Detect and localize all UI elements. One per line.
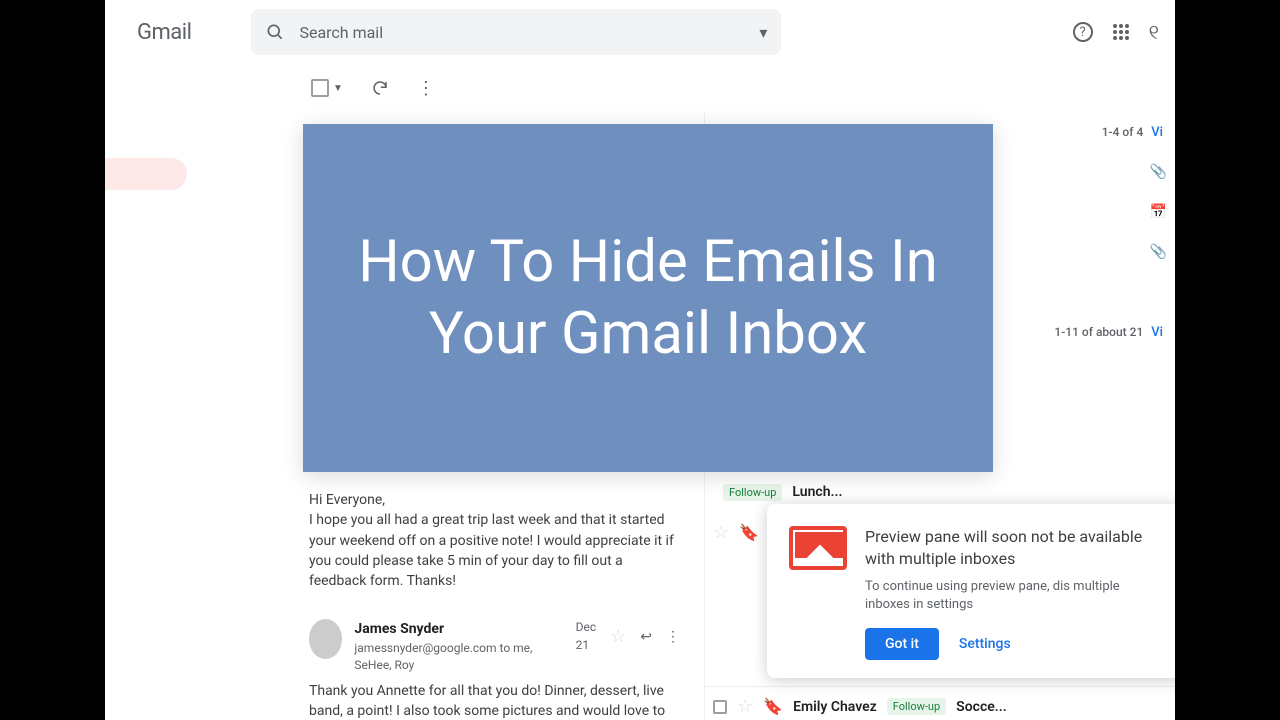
refresh-icon[interactable] (371, 79, 389, 97)
star-icon[interactable]: ☆ (610, 624, 626, 650)
header: Gmail Search mail ▾ ? ୧ (105, 0, 1175, 64)
row-checkbox[interactable] (713, 700, 727, 714)
more-menu-icon[interactable]: ⋮ (417, 78, 433, 99)
preview-pane-popup: Preview pane will soon not be available … (767, 504, 1175, 678)
search-placeholder: Search mail (299, 23, 745, 42)
sender-address: jamessnyder@google.com to me, SeHee, Roy (354, 640, 555, 675)
message-body: Hi Everyone, I hope you all had a great … (309, 490, 680, 591)
subject: Socce... (956, 699, 1167, 715)
list-item[interactable]: ☆ 🔖 Emily Chavez Follow-up Socce... (705, 686, 1175, 720)
gmail-window: Gmail Search mail ▾ ? ୧ ▼ ⋮ (105, 0, 1175, 720)
todo-view-link[interactable]: Vi (1151, 125, 1163, 140)
settings-link[interactable]: Settings (959, 636, 1011, 652)
gmail-logo-icon (789, 526, 847, 570)
help-icon[interactable]: ? (1073, 22, 1093, 42)
sidebar-item-inbox[interactable] (105, 158, 187, 190)
bookmark-icon[interactable]: 🔖 (763, 697, 783, 716)
followup-count: 1-11 of about 21 (1054, 325, 1143, 339)
more-icon[interactable]: ⋮ (666, 627, 680, 647)
popup-body: To continue using preview pane, dis mult… (865, 578, 1167, 614)
account-fragment[interactable]: ୧ (1149, 20, 1159, 44)
message-date: Dec 21 (576, 619, 597, 654)
sidebar (105, 112, 285, 720)
avatar (309, 619, 342, 659)
search-icon (265, 22, 285, 42)
followup-view-link[interactable]: Vi (1151, 325, 1163, 340)
message-preview-1: Hi Everyone, I hope you all had a great … (285, 482, 704, 599)
reply-icon[interactable]: ↩ (640, 627, 652, 647)
message-body: Thank you Annette for all that you do! D… (309, 681, 680, 720)
star-icon[interactable]: ☆ (737, 696, 753, 717)
sender: Emily Chavez (793, 699, 877, 715)
attachment-icon: 📎 (1150, 164, 1167, 180)
sender-name: James Snyder (354, 619, 555, 639)
overlay-text: How To Hide Emails In Your Gmail Inbox (343, 226, 953, 371)
search-bar[interactable]: Search mail ▾ (251, 9, 781, 55)
tag-followup: Follow-up (723, 484, 782, 501)
tag-followup: Follow-up (887, 698, 946, 715)
message-preview-2[interactable]: James Snyder jamessnyder@google.com to m… (285, 599, 704, 720)
chevron-down-icon[interactable]: ▾ (759, 23, 767, 42)
calendar-icon: 📅 (1150, 204, 1167, 220)
star-icon[interactable]: ☆ (713, 522, 729, 543)
toolbar: ▼ ⋮ (105, 64, 1175, 112)
apps-icon[interactable] (1113, 24, 1129, 40)
got-it-button[interactable]: Got it (865, 628, 939, 660)
title-overlay: How To Hide Emails In Your Gmail Inbox (303, 124, 993, 472)
bookmark-icon[interactable]: 🔖 (739, 523, 759, 542)
brand-logo: Gmail (137, 20, 191, 45)
header-actions: ? ୧ (1073, 20, 1167, 44)
todo-count: 1-4 of 4 (1102, 125, 1144, 139)
select-all-checkbox[interactable]: ▼ (311, 79, 343, 97)
subject: Lunch... (792, 484, 1167, 500)
popup-title: Preview pane will soon not be available … (865, 526, 1167, 569)
attachment-icon: 📎 (1150, 244, 1167, 260)
